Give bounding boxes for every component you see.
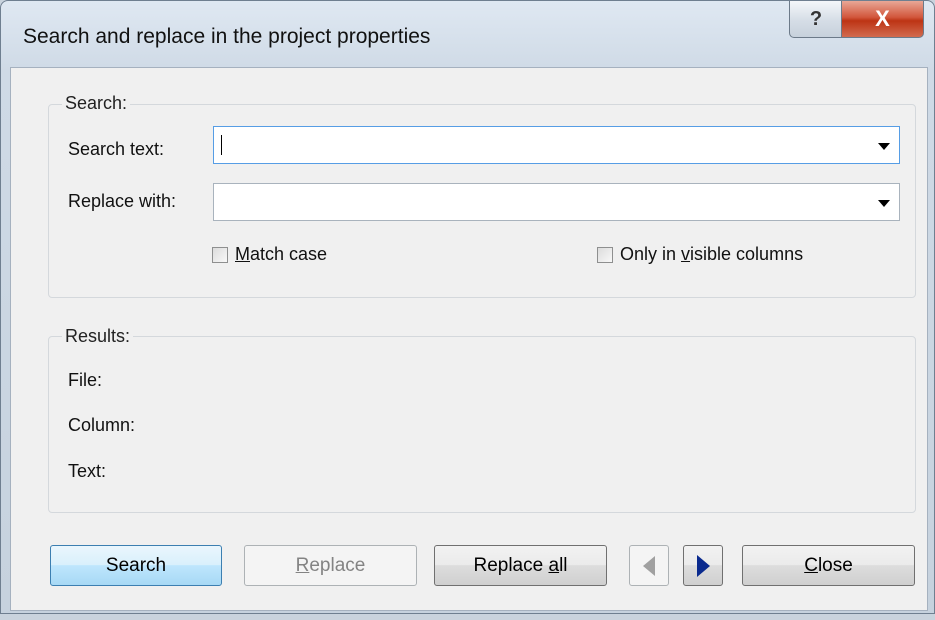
- search-button-label: Search: [105, 554, 167, 576]
- file-label: File:: [68, 370, 103, 390]
- text-label: Text:: [68, 461, 107, 481]
- search-text-label: Search text:: [68, 139, 165, 159]
- search-group-label: Search:: [62, 93, 131, 114]
- only-visible-columns-label: Only in visible columns: [620, 244, 804, 264]
- search-text-input[interactable]: [220, 133, 869, 159]
- replace-button-label: Replace: [295, 554, 366, 576]
- replace-button[interactable]: Replace: [244, 545, 417, 586]
- only-visible-columns-checkbox[interactable]: Only in visible columns: [597, 244, 803, 265]
- results-group-label: Results:: [62, 326, 134, 347]
- replace-with-input[interactable]: [220, 190, 869, 216]
- close-button-label: Close: [804, 554, 853, 576]
- close-icon: X: [875, 6, 890, 31]
- search-button[interactable]: Search: [50, 545, 222, 586]
- triangle-right-icon: [696, 554, 710, 577]
- match-case-label: Match case: [235, 244, 328, 264]
- dropdown-arrow-icon[interactable]: [878, 200, 890, 207]
- dropdown-arrow-icon[interactable]: [878, 143, 890, 150]
- window-title: Search and replace in the project proper…: [23, 25, 431, 48]
- replace-with-combobox[interactable]: [213, 183, 900, 221]
- replace-all-button-label: Replace all: [473, 554, 568, 576]
- replace-all-button[interactable]: Replace all: [434, 545, 607, 586]
- window-close-button[interactable]: X: [841, 1, 924, 38]
- results-group: [48, 336, 916, 513]
- help-icon: ?: [809, 7, 823, 30]
- match-case-checkbox[interactable]: Match case: [212, 244, 327, 265]
- dialog-client-area: Search: Search text: Replace with: Match…: [10, 67, 928, 611]
- triangle-left-icon: [643, 555, 655, 576]
- previous-result-button[interactable]: [629, 545, 669, 586]
- checkbox-box[interactable]: [597, 246, 613, 263]
- dialog-window: Search and replace in the project proper…: [0, 0, 935, 614]
- help-button[interactable]: ?: [789, 1, 843, 38]
- text-caret: [221, 135, 222, 155]
- checkbox-box[interactable]: [212, 246, 228, 263]
- replace-with-label: Replace with:: [68, 191, 177, 211]
- close-button[interactable]: Close: [742, 545, 915, 586]
- column-label: Column:: [68, 415, 136, 435]
- next-result-button[interactable]: [683, 545, 723, 586]
- search-text-combobox[interactable]: [213, 126, 900, 164]
